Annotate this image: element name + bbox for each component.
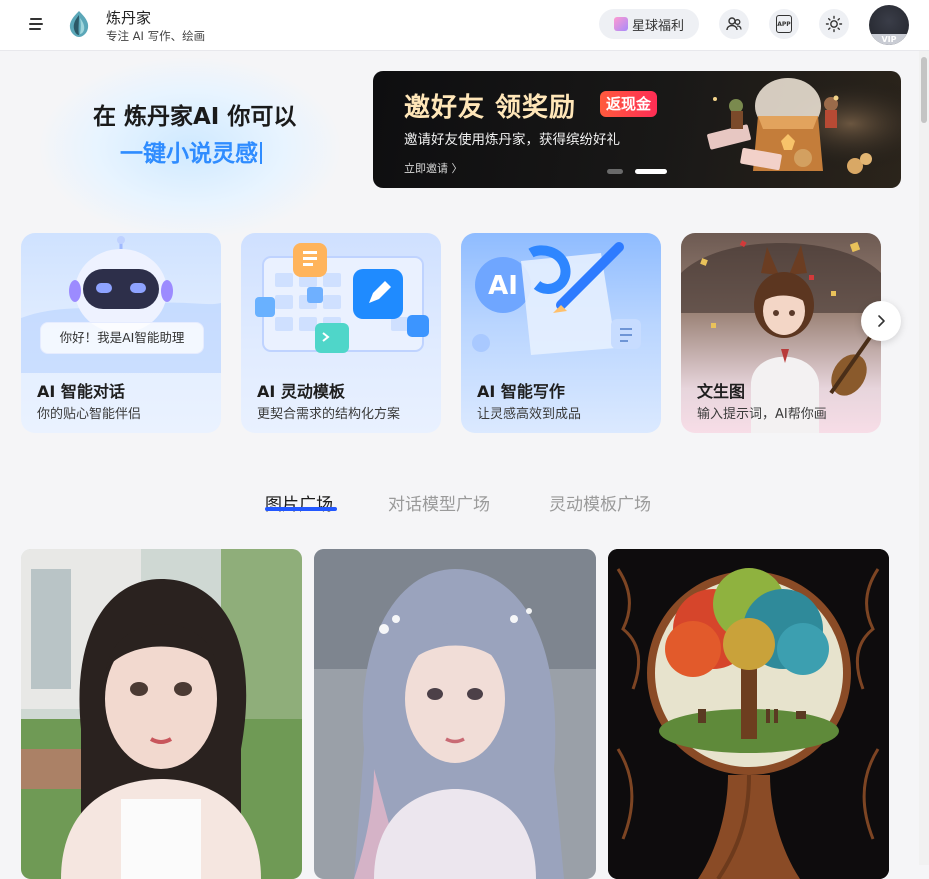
cash-back-badge: 返现金 [600,91,658,117]
tab-template-square[interactable]: 灵动模板广场 [549,490,651,515]
planet-perks-button[interactable]: 星球福利 [599,9,699,39]
banner-title: 邀好友 领奖励 [404,93,577,123]
feature-title: AI 灵动模板 [257,382,345,401]
greeting-bubble-text: 你好！我是AI智能助理 [59,330,185,345]
phone-app-icon: APP [776,15,792,33]
feature-title: 文生图 [697,382,746,401]
ai-badge-icon: AI [478,268,528,304]
feature-card-ai-writing[interactable]: AI AI 智能写作 让灵感高效到成品 [461,233,661,433]
app-label: APP [777,20,791,28]
chevron-right-icon [878,315,885,327]
vip-badge: VIP [869,34,909,45]
feature-desc: 你的贴心智能伴侣 [37,407,142,422]
gift-icon [613,17,628,31]
user-avatar[interactable]: VIP [869,5,909,45]
menu-toggle-icon[interactable] [26,14,46,34]
feature-title: AI 智能写作 [477,382,565,401]
theme-toggle-button[interactable] [819,9,849,39]
app-download-button[interactable]: APP [769,9,799,39]
hero-typing-phrase: 一键小说灵感 [120,141,258,167]
community-button[interactable] [719,9,749,39]
brand-logo-icon[interactable] [64,9,94,39]
portrait-silver-hair-image [314,549,596,879]
brand-tagline: 专注 AI 写作、绘画 [106,29,206,43]
feature-card-ai-templates[interactable]: AI 灵动模板 更契合需求的结构化方案 [241,233,441,433]
gallery-item[interactable] [314,549,596,879]
planet-perks-label: 星球福利 [631,18,684,34]
active-tab-underline [265,507,337,511]
ai-badge-label: AI [488,271,518,301]
template-grid-illustration [255,243,429,353]
feature-desc: 更契合需求的结构化方案 [257,407,401,422]
sun-icon [825,15,843,33]
hero-typing-text: 一键小说灵感 [120,134,262,168]
banner-subtitle: 邀请好友使用炼丹家，获得缤纷好礼 [404,132,620,148]
page-scrollbar[interactable] [919,51,929,865]
feature-desc: 让灵感高效到成品 [477,407,582,422]
gallery-item[interactable] [608,549,889,879]
tab-image-square[interactable]: 图片广场 [265,490,333,515]
top-header: 炼丹家 专注 AI 写作、绘画 星球福利 APP VIP [0,0,929,51]
gallery-item[interactable] [21,549,302,879]
brand-name: 炼丹家 [106,9,152,27]
typing-caret [260,142,262,164]
users-icon [726,17,742,31]
feature-desc: 输入提示词，AI帮你画 [697,407,827,422]
scrollbar-thumb[interactable] [921,57,927,123]
invite-now-link[interactable]: 立即邀请 〉 [404,160,463,176]
carousel-dot-1[interactable] [607,169,623,174]
feature-title: AI 智能对话 [37,382,125,401]
carousel-next-button[interactable] [861,301,901,341]
tab-chat-model-square[interactable]: 对话模型广场 [388,490,490,515]
carousel-dot-2-active[interactable] [635,169,667,174]
invite-banner[interactable]: 邀好友 领奖励 返现金 邀请好友使用炼丹家，获得缤纷好礼 立即邀请 〉 [373,71,901,188]
hero-headline: 在 炼丹家AI 你可以 [93,104,297,130]
feature-card-ai-chat[interactable]: 你好！我是AI智能助理 AI 智能对话 你的贴心智能伴侣 [21,233,221,433]
tree-of-seasons-image [608,549,889,879]
greeting-bubble: 你好！我是AI智能助理 [40,322,204,354]
feature-card-text-to-image[interactable]: 文生图 输入提示词，AI帮你画 [681,233,881,433]
portrait-dark-hair-image [21,549,302,879]
